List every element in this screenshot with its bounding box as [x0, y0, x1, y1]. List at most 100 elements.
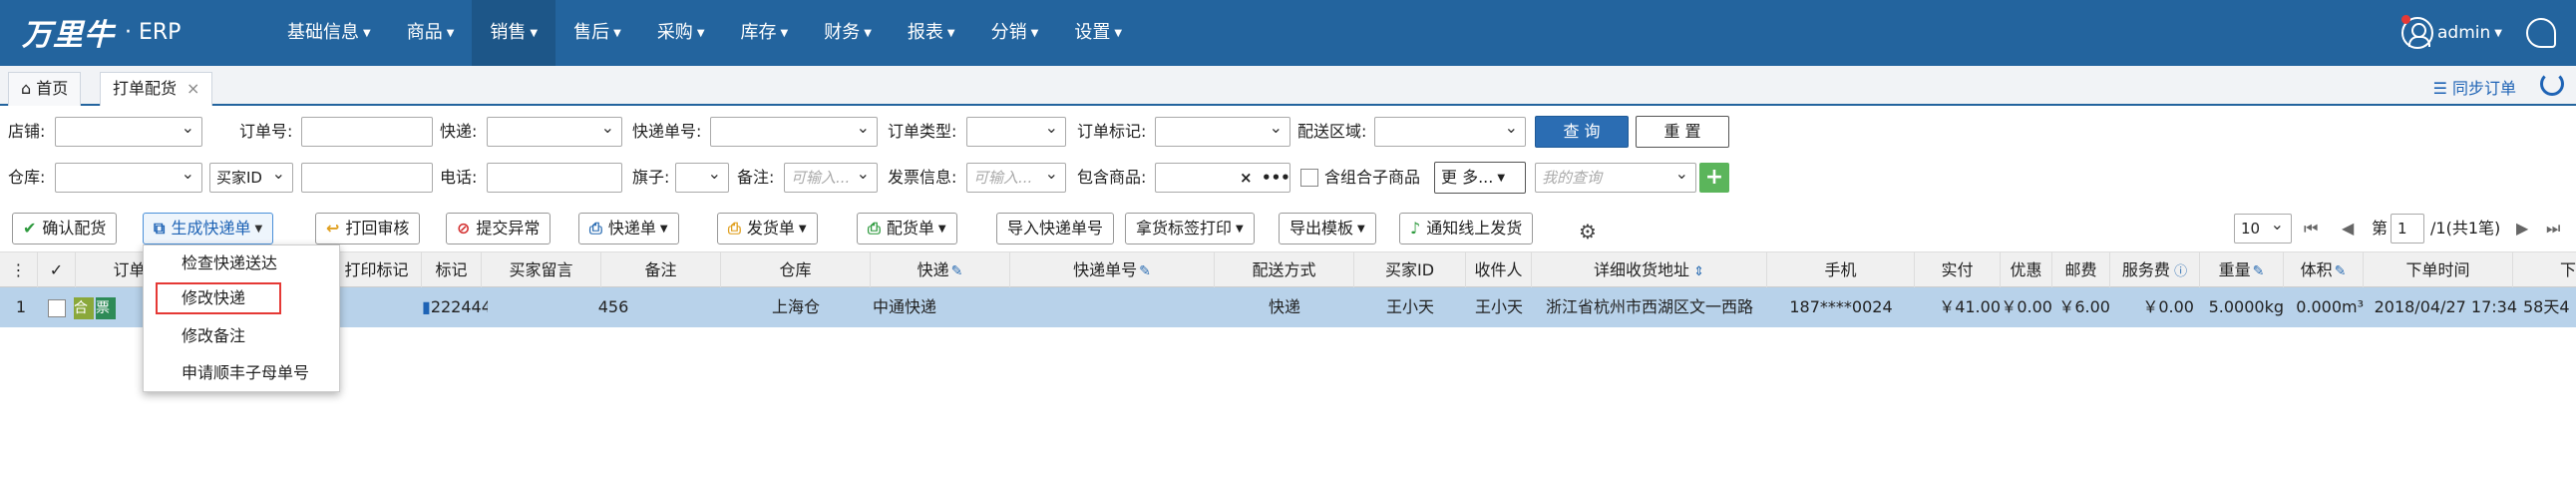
- row-postage: ￥6.00: [2058, 297, 2110, 316]
- menu-apply-sf-mother-child[interactable]: 申请顺丰子母单号: [182, 361, 309, 385]
- column-menu-icon[interactable]: ⋮: [0, 252, 38, 288]
- submit-exception-button[interactable]: ⊘ 提交异常: [446, 213, 552, 245]
- nav-inventory[interactable]: 库存 ▼: [723, 0, 807, 66]
- row-checkbox[interactable]: [46, 287, 68, 327]
- combo-goods-checkbox[interactable]: [1300, 169, 1318, 187]
- remark-label: 备注:: [737, 168, 775, 187]
- close-icon[interactable]: ×: [186, 79, 199, 98]
- nav-basic-info[interactable]: 基础信息 ▼: [269, 0, 389, 66]
- delivery-sheet-button[interactable]: ⎙ 发货单 ▼: [717, 213, 818, 245]
- col-discount[interactable]: 优惠: [2001, 252, 2052, 288]
- gear-icon[interactable]: ⚙: [1579, 220, 1597, 244]
- remark-input[interactable]: 可输入...: [784, 163, 878, 193]
- logo[interactable]: 万里牛 · ERP: [22, 12, 181, 53]
- support-icon[interactable]: [2526, 18, 2556, 48]
- col-address[interactable]: 详细收货地址 ⇕: [1532, 252, 1767, 288]
- confirm-picking-button[interactable]: ✔ 确认配货: [12, 213, 118, 245]
- col-warehouse[interactable]: 仓库: [721, 252, 871, 288]
- col-remark[interactable]: 备注: [601, 252, 721, 288]
- shop-select[interactable]: [55, 117, 202, 147]
- buyer-id-type-select[interactable]: 买家ID: [209, 163, 293, 193]
- page-size-select[interactable]: 10: [2234, 214, 2292, 244]
- nav-purchase[interactable]: 采购 ▼: [639, 0, 723, 66]
- next-page-icon[interactable]: ▶: [2516, 213, 2528, 245]
- nav-sales[interactable]: 销售 ▼: [472, 0, 556, 66]
- first-page-icon[interactable]: ⏮: [2304, 213, 2318, 245]
- saved-query-select[interactable]: 我的查询: [1535, 163, 1696, 193]
- print-review-button[interactable]: ↩ 打回审核: [315, 213, 421, 245]
- reset-button[interactable]: 重 置: [1636, 116, 1729, 148]
- clear-icon[interactable]: ×: [1240, 164, 1253, 192]
- printer-icon: ⎙: [868, 219, 881, 238]
- info-icon: ⓘ: [2169, 264, 2188, 279]
- import-express-no-button[interactable]: 导入快递单号: [996, 213, 1115, 245]
- nav-distribution[interactable]: 分销 ▼: [973, 0, 1057, 66]
- col-buyer-id[interactable]: 买家ID: [1354, 252, 1466, 288]
- flag-select[interactable]: [675, 163, 729, 193]
- invoice-input[interactable]: 可输入...: [966, 163, 1066, 193]
- check-icon: ✔: [23, 219, 37, 238]
- buyer-id-input[interactable]: [301, 163, 433, 193]
- phone-input[interactable]: [487, 163, 622, 193]
- nav-finance[interactable]: 财务 ▼: [806, 0, 890, 66]
- order-no-input[interactable]: [301, 117, 433, 147]
- sync-orders-link[interactable]: ☰ 同步订单: [2433, 75, 2516, 99]
- more-filters-button[interactable]: 更 多... ▼: [1434, 162, 1526, 194]
- table-row[interactable]: 1 合票 ▮222444 456 上海仓 中通快递 快递 王小天 王小天 浙江省…: [0, 287, 2576, 327]
- col-order-time[interactable]: 下单时间: [2364, 252, 2513, 288]
- row-buyer-id: 王小天: [1385, 297, 1434, 316]
- express-select[interactable]: [487, 117, 622, 147]
- menu-edit-express[interactable]: 修改快递: [182, 286, 245, 310]
- nav-settings[interactable]: 设置 ▼: [1056, 0, 1140, 66]
- express-no-select[interactable]: [710, 117, 878, 147]
- col-mobile[interactable]: 手机: [1767, 252, 1915, 288]
- tab-print-picking[interactable]: 打单配货 ×: [100, 72, 213, 106]
- refresh-icon[interactable]: [2540, 72, 2564, 96]
- col-express[interactable]: 快递 ✎: [871, 252, 1010, 288]
- combo-goods-label: 含组合子商品: [1324, 168, 1421, 187]
- col-mark[interactable]: 标记: [422, 252, 482, 288]
- row-index: 1: [15, 297, 27, 316]
- order-type-label: 订单类型:: [888, 122, 957, 141]
- prev-page-icon[interactable]: ◀: [2342, 213, 2354, 245]
- row-tags: 合票: [74, 287, 126, 327]
- generate-express-button[interactable]: ⧉ 生成快递单 ▼: [143, 213, 274, 245]
- add-query-button[interactable]: +: [1699, 163, 1729, 193]
- menu-edit-remark[interactable]: 修改备注: [182, 324, 245, 348]
- col-express-no[interactable]: 快递单号 ✎: [1010, 252, 1215, 288]
- user-icon[interactable]: [2401, 15, 2434, 49]
- notify-ship-button[interactable]: ♪ 通知线上发货: [1399, 213, 1534, 245]
- col-weight[interactable]: 重量 ✎: [2200, 252, 2284, 288]
- express-sheet-button[interactable]: ⎙ 快递单 ▼: [578, 213, 679, 245]
- order-mark-select[interactable]: [1155, 117, 1290, 147]
- col-buyer-message[interactable]: 买家留言: [482, 252, 601, 288]
- select-all-checkmark[interactable]: ✓: [38, 252, 76, 288]
- contains-goods-input[interactable]: × •••: [1155, 163, 1290, 193]
- delivery-area-select[interactable]: [1374, 117, 1526, 147]
- col-print-mark[interactable]: 打印标记: [332, 252, 422, 288]
- export-template-button[interactable]: 导出模板 ▼: [1279, 213, 1376, 245]
- nav-goods[interactable]: 商品 ▼: [389, 0, 473, 66]
- page-input[interactable]: 1: [2391, 214, 2424, 244]
- express-label: 快递:: [440, 122, 478, 141]
- order-type-select[interactable]: [966, 117, 1066, 147]
- last-page-icon[interactable]: ⏭: [2546, 213, 2560, 245]
- col-receiver[interactable]: 收件人: [1466, 252, 1532, 288]
- username[interactable]: admin: [2437, 23, 2490, 43]
- more-icon[interactable]: •••: [1262, 164, 1289, 192]
- menu-check-delivery[interactable]: 检查快递送达: [182, 251, 277, 275]
- warehouse-label: 仓库:: [8, 168, 46, 187]
- nav-after-sales[interactable]: 售后 ▼: [555, 0, 639, 66]
- nav-reports[interactable]: 报表 ▼: [890, 0, 973, 66]
- warehouse-select[interactable]: [55, 163, 202, 193]
- col-paid[interactable]: 实付: [1915, 252, 2001, 288]
- pick-label-print-button[interactable]: 拿货标签打印 ▼: [1125, 213, 1255, 245]
- tab-home[interactable]: ⌂ 首页: [8, 72, 82, 106]
- query-button[interactable]: 查 询: [1535, 116, 1629, 148]
- col-postage[interactable]: 邮费: [2052, 252, 2110, 288]
- col-delivery-method[interactable]: 配送方式: [1215, 252, 1354, 288]
- row-discount: ￥0.00: [2001, 297, 2052, 316]
- col-volume[interactable]: 体积 ✎: [2284, 252, 2364, 288]
- picking-sheet-button[interactable]: ⎙ 配货单 ▼: [857, 213, 957, 245]
- col-service-fee[interactable]: 服务费 ⓘ: [2110, 252, 2200, 288]
